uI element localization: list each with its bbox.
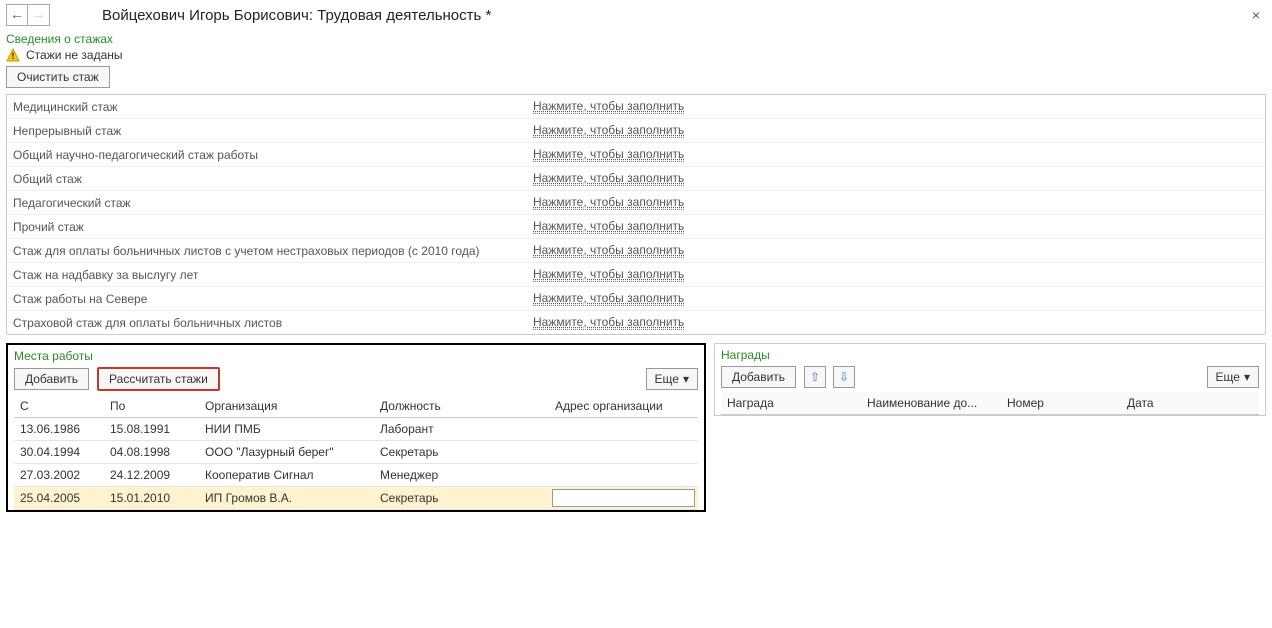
col-from[interactable]: С	[14, 395, 104, 418]
col-doc[interactable]: Наименование до...	[861, 392, 1001, 415]
calculate-experience-button[interactable]: Рассчитать стажи	[97, 367, 220, 391]
experience-label: Непрерывный стаж	[13, 124, 533, 138]
more-label: Еще	[655, 372, 679, 386]
experience-label: Педагогический стаж	[13, 196, 533, 210]
workplaces-table[interactable]: С По Организация Должность Адрес организ…	[14, 395, 698, 510]
experience-row: Страховой стаж для оплаты больничных лис…	[7, 311, 1265, 334]
experience-label: Стаж для оплаты больничных листов с учет…	[13, 244, 533, 258]
close-icon: ×	[1252, 7, 1260, 23]
table-cell-to[interactable]: 15.08.1991	[104, 418, 199, 441]
experience-fill-link[interactable]: Нажмите, чтобы заполнить	[533, 219, 684, 234]
table-cell-from[interactable]: 27.03.2002	[14, 464, 104, 487]
col-award[interactable]: Награда	[721, 392, 861, 415]
experience-label: Общий стаж	[13, 172, 533, 186]
experience-label: Прочий стаж	[13, 220, 533, 234]
table-cell-addr[interactable]	[549, 487, 698, 510]
table-cell-org[interactable]: Кооператив Сигнал	[199, 464, 374, 487]
experience-fill-link[interactable]: Нажмите, чтобы заполнить	[533, 315, 684, 330]
table-cell-post[interactable]: Менеджер	[374, 464, 549, 487]
experience-fill-link[interactable]: Нажмите, чтобы заполнить	[533, 147, 684, 162]
experience-fill-link[interactable]: Нажмите, чтобы заполнить	[533, 291, 684, 306]
table-cell-to[interactable]: 04.08.1998	[104, 441, 199, 464]
experience-fill-link[interactable]: Нажмите, чтобы заполнить	[533, 195, 684, 210]
experience-row: Медицинский стажНажмите, чтобы заполнить	[7, 95, 1265, 119]
experience-row: Прочий стажНажмите, чтобы заполнить	[7, 215, 1265, 239]
awards-more-label: Еще	[1216, 370, 1240, 384]
table-row[interactable]: 27.03.200224.12.2009Кооператив СигналМен…	[14, 464, 698, 487]
experience-row: Педагогический стажНажмите, чтобы заполн…	[7, 191, 1265, 215]
experience-fill-link[interactable]: Нажмите, чтобы заполнить	[533, 171, 684, 186]
awards-move-up-button[interactable]: ⇧	[804, 366, 826, 388]
col-date[interactable]: Дата	[1121, 392, 1259, 415]
table-cell-org[interactable]: ООО "Лазурный берег"	[199, 441, 374, 464]
experience-panel: Медицинский стажНажмите, чтобы заполнить…	[6, 94, 1266, 335]
nav-forward-button[interactable]: →	[28, 4, 50, 26]
arrow-down-icon: ⇩	[839, 370, 849, 384]
workplaces-add-button[interactable]: Добавить	[14, 368, 89, 390]
warning-icon	[6, 48, 20, 62]
clear-experience-button[interactable]: Очистить стаж	[6, 66, 110, 88]
table-cell-from[interactable]: 13.06.1986	[14, 418, 104, 441]
arrow-left-icon: ←	[10, 6, 24, 22]
workplaces-more-button[interactable]: Еще ▾	[646, 368, 698, 390]
table-cell-addr[interactable]	[549, 464, 698, 487]
table-cell-to[interactable]: 24.12.2009	[104, 464, 199, 487]
experience-row: Непрерывный стажНажмите, чтобы заполнить	[7, 119, 1265, 143]
col-addr[interactable]: Адрес организации	[549, 395, 698, 418]
table-row[interactable]: 13.06.198615.08.1991НИИ ПМБЛаборант	[14, 418, 698, 441]
experience-row: Стаж работы на СевереНажмите, чтобы запо…	[7, 287, 1265, 311]
arrow-up-icon: ⇧	[810, 370, 820, 384]
table-cell-post[interactable]: Секретарь	[374, 441, 549, 464]
workplaces-title: Места работы	[14, 349, 698, 363]
table-cell-to[interactable]: 15.01.2010	[104, 487, 199, 510]
chevron-down-icon: ▾	[683, 372, 689, 386]
address-edit-input[interactable]	[552, 489, 695, 507]
awards-move-down-button[interactable]: ⇩	[833, 366, 855, 388]
experience-label: Стаж на надбавку за выслугу лет	[13, 268, 533, 282]
chevron-down-icon: ▾	[1244, 370, 1250, 384]
experience-row: Стаж для оплаты больничных листов с учет…	[7, 239, 1265, 263]
experience-fill-link[interactable]: Нажмите, чтобы заполнить	[533, 267, 684, 282]
table-row[interactable]: 25.04.200515.01.2010ИП Громов В.А.Секрет…	[14, 487, 698, 510]
experience-row: Общий научно-педагогический стаж работыН…	[7, 143, 1265, 167]
table-cell-addr[interactable]	[549, 441, 698, 464]
workplaces-panel: Места работы Добавить Рассчитать стажи Е…	[6, 343, 706, 512]
experience-fill-link[interactable]: Нажмите, чтобы заполнить	[533, 99, 684, 114]
col-number[interactable]: Номер	[1001, 392, 1121, 415]
table-cell-org[interactable]: НИИ ПМБ	[199, 418, 374, 441]
experience-label: Медицинский стаж	[13, 100, 533, 114]
table-cell-from[interactable]: 30.04.1994	[14, 441, 104, 464]
experience-label: Общий научно-педагогический стаж работы	[13, 148, 533, 162]
table-cell-org[interactable]: ИП Громов В.А.	[199, 487, 374, 510]
col-to[interactable]: По	[104, 395, 199, 418]
awards-more-button[interactable]: Еще ▾	[1207, 366, 1259, 388]
arrow-right-icon: →	[32, 6, 46, 22]
experience-fill-link[interactable]: Нажмите, чтобы заполнить	[533, 123, 684, 138]
table-row[interactable]: 30.04.199404.08.1998ООО "Лазурный берег"…	[14, 441, 698, 464]
experience-label: Стаж работы на Севере	[13, 292, 533, 306]
nav-back-button[interactable]: ←	[6, 4, 28, 26]
col-org[interactable]: Организация	[199, 395, 374, 418]
page-title: Войцехович Игорь Борисович: Трудовая дея…	[60, 7, 491, 24]
experience-row: Общий стажНажмите, чтобы заполнить	[7, 167, 1265, 191]
awards-add-button[interactable]: Добавить	[721, 366, 796, 388]
awards-table[interactable]: Награда Наименование до... Номер Дата	[721, 392, 1259, 415]
col-post[interactable]: Должность	[374, 395, 549, 418]
awards-title: Награды	[721, 348, 1259, 362]
experience-fill-link[interactable]: Нажмите, чтобы заполнить	[533, 243, 684, 258]
experience-section-title: Сведения о стажах	[6, 32, 1266, 46]
table-cell-post[interactable]: Секретарь	[374, 487, 549, 510]
table-cell-addr[interactable]	[549, 418, 698, 441]
experience-label: Страховой стаж для оплаты больничных лис…	[13, 316, 533, 330]
awards-panel: Награды Добавить ⇧ ⇩ Еще ▾	[714, 343, 1266, 416]
table-cell-from[interactable]: 25.04.2005	[14, 487, 104, 510]
experience-row: Стаж на надбавку за выслугу летНажмите, …	[7, 263, 1265, 287]
experience-warning-text: Стажи не заданы	[26, 48, 123, 62]
table-cell-post[interactable]: Лаборант	[374, 418, 549, 441]
close-button[interactable]: ×	[1246, 5, 1266, 25]
